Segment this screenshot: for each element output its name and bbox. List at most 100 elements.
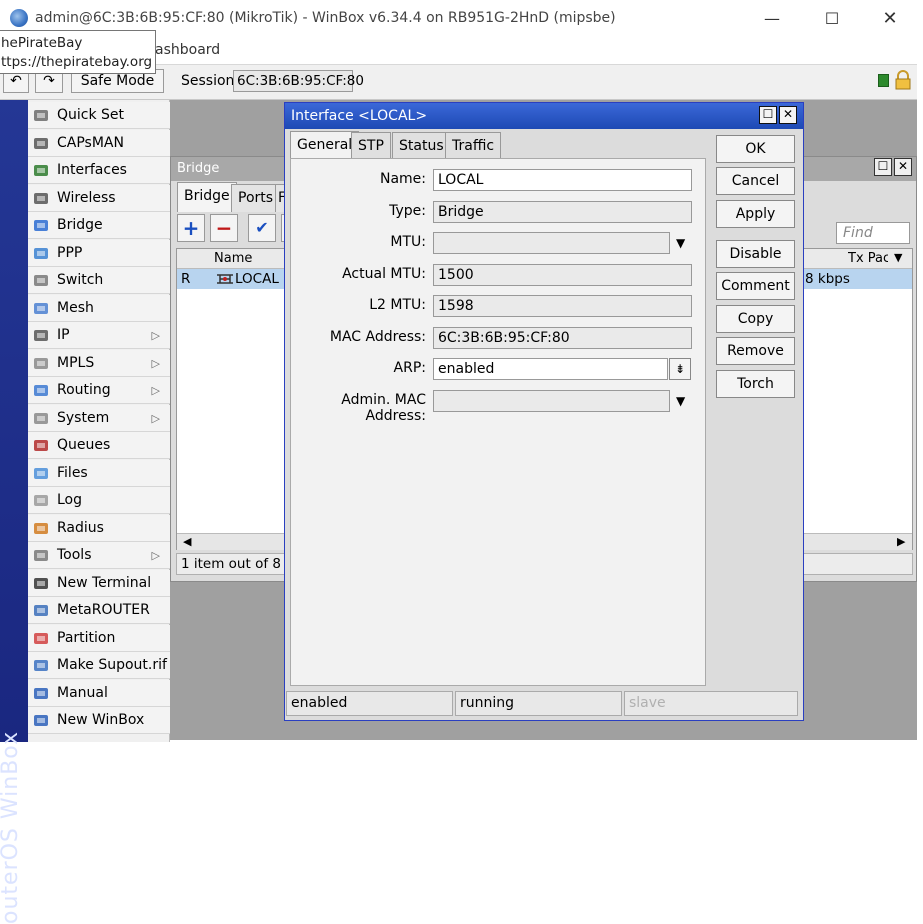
sidebar-item-ppp[interactable]: PPP	[28, 239, 170, 267]
sidebar-item-switch[interactable]: Switch	[28, 267, 170, 294]
sidebar-item-mpls[interactable]: MPLS ▷	[28, 349, 170, 377]
switch-icon	[32, 272, 50, 289]
field-mtu[interactable]	[433, 232, 670, 254]
tab-traffic[interactable]: Traffic	[445, 132, 502, 158]
sidebar-item-log[interactable]: Log	[28, 487, 170, 514]
sidebar-item-tools[interactable]: Tools ▷	[28, 542, 170, 569]
bridge-row-icon	[217, 274, 233, 284]
remove-button[interactable]: Remove	[716, 337, 795, 365]
field-actual-mtu: 1500	[433, 264, 692, 286]
remove-button[interactable]: −	[210, 214, 238, 242]
scroll-right-icon[interactable]: ▶	[897, 535, 905, 548]
dropdown-arrow-icon[interactable]: ▼	[676, 394, 685, 408]
sidebar-item-ip[interactable]: IP ▷	[28, 322, 170, 349]
dialog-maximize-button[interactable]: ☐	[759, 106, 777, 124]
window-title: admin@6C:3B:6B:95:CF:80 (MikroTik) - Win…	[35, 10, 616, 26]
close-button[interactable]: ✕	[868, 6, 912, 32]
sidebar-item-new-terminal[interactable]: New Terminal	[28, 569, 170, 597]
column-tx-packets[interactable]: Tx Pac	[848, 251, 888, 266]
sidebar-item-new-winbox[interactable]: New WinBox	[28, 707, 170, 734]
field-label-type: Type:	[389, 203, 426, 219]
minimize-button[interactable]: —	[750, 6, 794, 32]
dropdown-arrow-icon[interactable]: ▼	[676, 236, 685, 250]
enable-button[interactable]: ✔	[248, 214, 276, 242]
tab-status[interactable]: Status	[392, 132, 451, 158]
row-rate: 8 kbps	[805, 271, 850, 287]
field-type: Bridge	[433, 201, 692, 223]
sidebar-item-label: IP	[57, 327, 70, 343]
metarouter-icon	[32, 602, 50, 619]
bridge-close-button[interactable]: ✕	[894, 158, 912, 176]
sidebar-item-make-supout-rif[interactable]: Make Supout.rif	[28, 652, 170, 679]
sidebar-item-quick-set[interactable]: Quick Set	[28, 102, 170, 129]
find-input[interactable]: Find	[836, 222, 910, 244]
sidebar-item-routing[interactable]: Routing ▷	[28, 377, 170, 404]
sidebar-item-manual[interactable]: Manual	[28, 679, 170, 707]
field-label-arp: ARP:	[393, 360, 426, 376]
link-tooltip: hePirateBay ttps://thepiratebay.org	[0, 30, 156, 74]
tooltip-url: ttps://thepiratebay.org	[1, 54, 153, 70]
sidebar-item-label: New Terminal	[57, 574, 152, 591]
bridge-maximize-button[interactable]: ☐	[874, 158, 892, 176]
sidebar-item-system[interactable]: System ▷	[28, 404, 170, 432]
column-name[interactable]: Name	[214, 251, 252, 266]
maximize-button[interactable]: ☐	[810, 6, 854, 32]
routing-icon	[32, 382, 50, 399]
scroll-left-icon[interactable]: ◀	[183, 535, 191, 548]
sidebar-item-mesh[interactable]: Mesh	[28, 294, 170, 322]
connection-status-icon	[878, 74, 889, 87]
sidebar-item-label: Wireless	[57, 189, 116, 206]
interface-dialog-controls: ☐ ✕	[759, 106, 799, 126]
copy-button[interactable]: Copy	[716, 305, 795, 333]
interfaces-icon	[32, 162, 50, 179]
antenna-icon	[32, 190, 50, 207]
interface-status-bar: enabled running slave	[286, 691, 798, 716]
sidebar-item-label: Make Supout.rif	[57, 657, 167, 673]
session-field[interactable]: 6C:3B:6B:95:CF:80	[233, 70, 364, 92]
sidebar-item-label: System	[57, 409, 110, 426]
tab-general[interactable]: General	[290, 131, 360, 159]
field-admin-mac-address[interactable]	[433, 390, 670, 412]
minus-icon: −	[215, 216, 233, 240]
apply-button[interactable]: Apply	[716, 200, 795, 228]
sidebar-item-bridge[interactable]: Bridge	[28, 212, 170, 239]
field-name[interactable]: LOCAL	[433, 169, 692, 191]
arp-dropdown-icon[interactable]: ⇟	[669, 358, 691, 380]
tab-bridge[interactable]: Bridge	[177, 182, 237, 212]
sidebar-item-wireless[interactable]: Wireless	[28, 184, 170, 212]
field-arp[interactable]: enabled	[433, 358, 668, 380]
status-running: running	[455, 691, 622, 716]
sidebar-item-label: Radius	[57, 519, 104, 536]
tab-ports[interactable]: Ports	[231, 184, 281, 212]
sidebar-item-files[interactable]: Files	[28, 459, 170, 487]
queues-icon	[32, 437, 50, 454]
column-dropdown-icon[interactable]: ▼	[894, 251, 902, 264]
dialog-close-button[interactable]: ✕	[779, 106, 797, 124]
sidebar-item-capsman[interactable]: CAPsMAN	[28, 129, 170, 157]
lock-icon	[895, 70, 911, 90]
tooltip-title: hePirateBay	[1, 35, 83, 51]
sidebar-item-radius[interactable]: Radius	[28, 514, 170, 542]
sidebar-item-label: Bridge	[57, 217, 103, 233]
sidebar-item-metarouter[interactable]: MetaROUTER	[28, 597, 170, 624]
field-mac-address: 6C:3B:6B:95:CF:80	[433, 327, 692, 349]
field-label-mac-address: MAC Address:	[329, 329, 426, 345]
sidebar-item-interfaces[interactable]: Interfaces	[28, 157, 170, 184]
menu-item-dashboard[interactable]: ashboard	[155, 42, 220, 58]
winbox-icon	[32, 712, 50, 729]
comment-button[interactable]: Comment	[716, 272, 795, 300]
sidebar-item-label: Tools	[57, 547, 92, 563]
wand-icon	[32, 107, 50, 124]
disable-button[interactable]: Disable	[716, 240, 795, 268]
tab-stp[interactable]: STP	[351, 132, 391, 158]
sidebar-item-partition[interactable]: Partition	[28, 624, 170, 652]
torch-button[interactable]: Torch	[716, 370, 795, 398]
redo-icon: ↷	[43, 73, 55, 89]
ok-button[interactable]: OK	[716, 135, 795, 163]
sidebar-item-label: MetaROUTER	[57, 602, 150, 618]
submenu-arrow-icon: ▷	[151, 411, 160, 425]
submenu-arrow-icon: ▷	[151, 356, 160, 370]
add-button[interactable]: +	[177, 214, 205, 242]
cancel-button[interactable]: Cancel	[716, 167, 795, 195]
sidebar-item-queues[interactable]: Queues	[28, 432, 170, 459]
